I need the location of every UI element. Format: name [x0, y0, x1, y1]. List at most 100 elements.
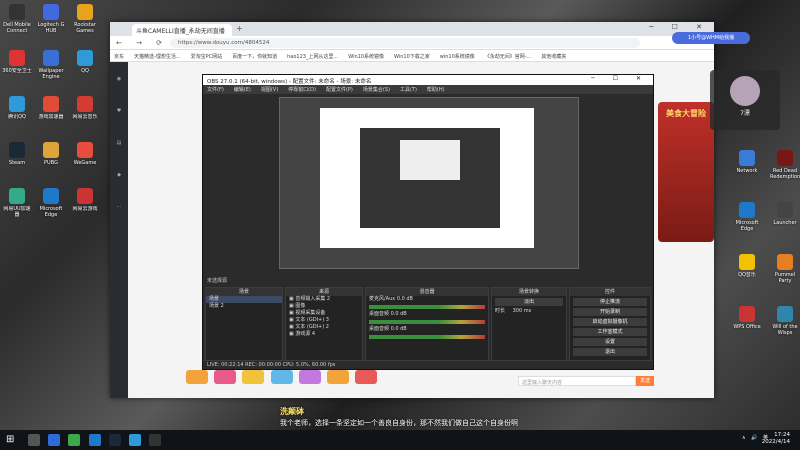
bookmark-item[interactable]: 其他收藏夹	[541, 53, 566, 60]
scene-item[interactable]: 场景	[206, 296, 282, 303]
source-item[interactable]: ▣ 视频采集设备	[286, 310, 362, 317]
desktop-shortcut[interactable]: 游戏加速器	[36, 96, 66, 126]
send-button[interactable]: 发送	[636, 376, 654, 386]
edge-icon[interactable]	[88, 434, 101, 446]
desktop-shortcut[interactable]: Steam	[2, 142, 32, 172]
gift-icon[interactable]	[242, 370, 265, 384]
desktop-shortcut[interactable]: WPS Office	[732, 306, 762, 336]
duration-field[interactable]: 300 ms	[513, 308, 532, 314]
desktop-shortcut[interactable]: Wallpaper Engine	[36, 50, 66, 80]
gift-icon[interactable]	[327, 370, 350, 384]
volume-meter[interactable]	[369, 320, 485, 324]
taskbar-clock[interactable]: 17:24 2022/4/14	[762, 432, 790, 446]
bookmark-item[interactable]: 京东	[114, 53, 124, 60]
bookmark-item[interactable]: 天猫精选-理想生活...	[134, 53, 181, 60]
obs-preview[interactable]	[279, 97, 579, 269]
bookmark-item[interactable]: Win10系统镜像	[348, 53, 384, 60]
bookmark-item[interactable]: 爱淘宝PC网站	[191, 53, 223, 60]
obs-icon[interactable]	[149, 434, 162, 446]
desktop-shortcut[interactable]: Network	[732, 150, 762, 180]
desktop-shortcut[interactable]: 腾讯QQ	[2, 96, 32, 126]
new-tab-icon[interactable]: +	[236, 24, 243, 33]
follow-icon[interactable]: ♥	[110, 108, 128, 126]
desktop-shortcut-label: 网易UU加速器	[3, 206, 31, 218]
windows-start-icon[interactable]: ⊞	[6, 434, 14, 445]
app-icon	[43, 4, 59, 20]
desktop-shortcut[interactable]: 网易云音乐	[70, 96, 100, 126]
obs-menu-item[interactable]: 停靠窗口(D)	[288, 87, 316, 93]
nav-buttons-icon[interactable]: ← → ⟳	[116, 39, 168, 47]
gift-icon[interactable]	[186, 370, 208, 384]
category-icon[interactable]: ▤	[110, 140, 128, 158]
desktop-shortcut[interactable]: Pummel Party	[770, 254, 800, 284]
desktop-shortcut[interactable]: QQ音乐	[732, 254, 762, 284]
volume-meter[interactable]	[369, 305, 485, 309]
browser-tab[interactable]: 斗鱼CAMELLI直播_永劫无间直播	[132, 24, 232, 36]
more-icon[interactable]: ⋯	[110, 204, 128, 222]
bookmarks-bar: 京东 天猫精选-理想生活... 爱淘宝PC网站 百度一下，你就知道 hao123_上网从…	[110, 50, 714, 62]
obs-control-button[interactable]: 开始录制	[573, 308, 647, 316]
gift-icon[interactable]	[355, 370, 378, 384]
search-icon[interactable]	[28, 434, 40, 446]
desktop-shortcut-label: 360安全卫士	[2, 68, 32, 74]
desktop-shortcut[interactable]: Red Dead Redemption	[770, 150, 800, 180]
source-item[interactable]: ▣ 图像	[286, 303, 362, 310]
desktop-shortcut[interactable]: 360安全卫士	[2, 50, 32, 80]
steam-icon[interactable]	[108, 434, 121, 446]
desktop-shortcut-label: PUBG	[44, 160, 58, 166]
obs-status-bar: LIVE: 00:22:14 REC: 00:00:00 CPU: 5.0%, …	[203, 360, 653, 369]
scene-item[interactable]: 场景 2	[206, 303, 282, 310]
obs-menu-item[interactable]: 场景集合(S)	[363, 87, 390, 93]
home-icon[interactable]: ◉	[110, 76, 128, 94]
desktop-shortcut[interactable]: 网易云游戏	[70, 188, 100, 218]
task-view-icon[interactable]	[48, 434, 61, 446]
volume-meter[interactable]	[369, 335, 485, 339]
chat-input[interactable]: 这里输入聊天内容	[518, 376, 636, 386]
wechat-icon[interactable]	[68, 434, 81, 446]
source-item[interactable]: ▣ 文本 (GDI+) 2	[286, 324, 362, 331]
gift-icon[interactable]	[298, 370, 321, 384]
desktop-shortcut[interactable]: 网易UU加速器	[2, 188, 32, 218]
desktop-shortcut[interactable]: Dell Mobile Connect	[2, 4, 32, 34]
window-controls[interactable]: ─ ☐ ✕	[649, 23, 710, 31]
obs-menu-item[interactable]: 帮助(H)	[427, 87, 445, 93]
desktop-shortcut[interactable]: Microsoft Edge	[36, 188, 66, 218]
obs-control-button[interactable]: 停止推流	[573, 298, 647, 306]
desktop-shortcut[interactable]: Microsoft Edge	[732, 202, 762, 232]
game-icon[interactable]: ◆	[110, 172, 128, 190]
obs-control-button[interactable]: 退出	[573, 348, 647, 356]
obs-control-button[interactable]: 设置	[573, 338, 647, 346]
obs-menu-item[interactable]: 视图(V)	[261, 87, 278, 93]
obs-window-controls[interactable]: ─ ☐ ✕	[591, 75, 649, 82]
qq-icon[interactable]	[129, 434, 142, 446]
obs-menu-item[interactable]: 文件(F)	[207, 87, 224, 93]
bookmark-item[interactable]: Win10下载之家	[394, 53, 430, 60]
bookmark-item[interactable]: hao123_上网从这里...	[287, 53, 338, 60]
obs-menu-item[interactable]: 工具(T)	[400, 87, 417, 93]
source-item[interactable]: ▣ 游戏源 4	[286, 331, 362, 338]
obs-control-button[interactable]: 启动虚拟摄像机	[573, 318, 647, 326]
desktop-shortcut[interactable]: WeGame	[70, 142, 100, 172]
app-icon	[777, 306, 793, 322]
bookmark-item[interactable]: 《永劫无间》官网-...	[485, 53, 532, 60]
desktop-shortcut-label: Wallpaper Engine	[38, 68, 64, 80]
obs-control-button[interactable]: 工作室模式	[573, 328, 647, 336]
bookmark-item[interactable]: win10系统镜像	[440, 53, 475, 60]
gift-icon[interactable]	[214, 370, 237, 384]
gift-icon[interactable]	[270, 370, 293, 384]
desktop-shortcut[interactable]: Will of the Wisps	[770, 306, 800, 336]
obs-menu-item[interactable]: 编辑(E)	[234, 87, 251, 93]
url-field[interactable]: https://www.douyu.com/4804524	[170, 38, 640, 48]
desktop-shortcut[interactable]: Logitech G HUB	[36, 4, 66, 34]
desktop-shortcut[interactable]: Launcher	[770, 202, 800, 232]
bookmark-item[interactable]: 百度一下，你就知道	[232, 53, 277, 60]
obs-menu-item[interactable]: 配置文件(P)	[326, 87, 353, 93]
transition-select[interactable]: 淡出	[495, 298, 563, 306]
desktop-shortcut[interactable]: PUBG	[36, 142, 66, 172]
mixer-dock: 混音器 麦克风/Aux 0.0 dB 桌面音频 0.0 dB 桌面音频 0.0 dB	[365, 287, 489, 361]
event-banner[interactable]: 美食大冒险	[658, 102, 714, 242]
desktop-shortcut[interactable]: Rockstar Games	[70, 4, 100, 34]
desktop-shortcut[interactable]: QQ	[70, 50, 100, 80]
source-item[interactable]: ▣ 文本 (GDI+) 3	[286, 317, 362, 324]
source-item[interactable]: ▣ 音频输入采集 2	[286, 296, 362, 303]
